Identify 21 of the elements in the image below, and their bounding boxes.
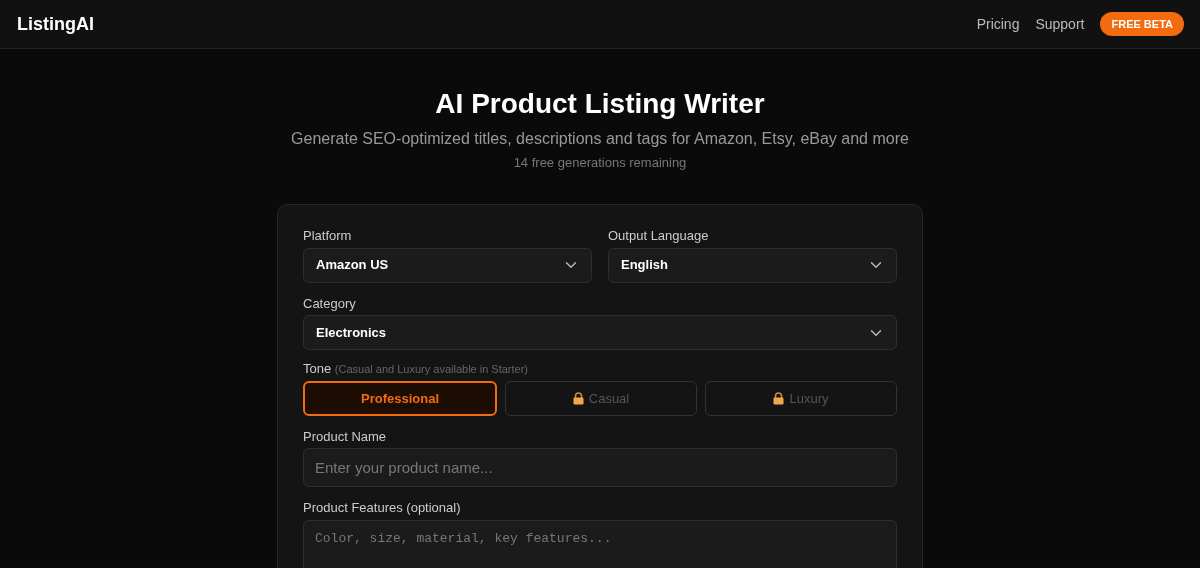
category-select[interactable]: Electronics [303, 315, 897, 351]
tone-note: (Casual and Luxury available in Starter) [334, 363, 529, 376]
field-label: Tone [303, 361, 332, 377]
field-label: Product Name [303, 428, 387, 445]
nav-link[interactable]: Pricing [976, 13, 1020, 35]
nav-link[interactable]: Support [1035, 13, 1085, 35]
page-title: AI Product Listing Writer [434, 87, 766, 121]
lock-icon [572, 391, 584, 405]
lock-icon [773, 391, 785, 405]
generations-remaining: 14 free generations remaining [512, 153, 688, 172]
field-label: Product Features (optional) [303, 500, 461, 517]
field-label: Output Language [608, 228, 709, 244]
subtitle: Generate SEO-optimized titles, descriptions and tags for Amazon, Etsy, eBay and more [290, 128, 910, 149]
tone-option[interactable]: Professional [303, 380, 497, 416]
brand-logo[interactable]: ListingAI [17, 10, 94, 38]
platform-select[interactable]: Amazon US [303, 247, 592, 283]
language-select[interactable]: English [608, 247, 897, 283]
field-label: Category [303, 295, 356, 312]
product-name-input[interactable]: Enter your product name... [303, 448, 897, 488]
field-label: Platform [303, 228, 352, 244]
features-textarea[interactable]: Color, size, material, key features... [303, 520, 897, 568]
